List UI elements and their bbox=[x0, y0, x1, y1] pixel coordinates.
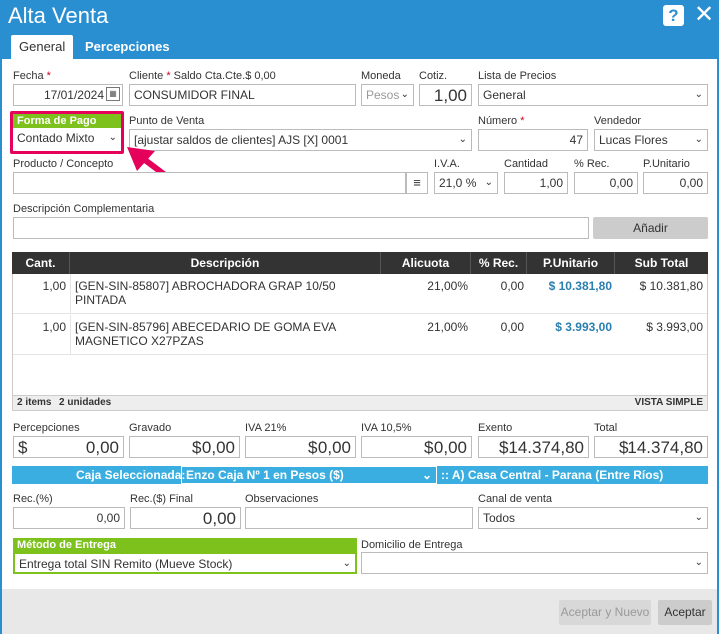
iva105-label: IVA 10,5% bbox=[361, 422, 412, 434]
canal-select[interactable]: Todos ⌄ bbox=[478, 507, 708, 529]
cell-subtotal: $ 10.381,80 bbox=[639, 279, 703, 293]
grid-body: 1,00 [GEN-SIN-85807] ABROCHADORA GRAP 10… bbox=[12, 274, 708, 396]
vista-simple-link[interactable]: VISTA SIMPLE bbox=[635, 397, 703, 408]
cell-cant: 1,00 bbox=[13, 315, 71, 355]
sucursal-label: :: A) Casa Central - Parana (Entre Ríos) bbox=[441, 468, 664, 482]
close-icon[interactable]: ✕ bbox=[693, 2, 715, 28]
caja-bar: Caja Seleccionada: Enzo Caja Nº 1 en Pes… bbox=[12, 466, 708, 484]
recp-input[interactable]: 0,00 bbox=[13, 507, 125, 529]
table-row[interactable]: 1,00 [GEN-SIN-85807] ABROCHADORA GRAP 10… bbox=[13, 274, 707, 314]
exento-label: Exento bbox=[478, 422, 513, 434]
percepciones-label: Percepciones bbox=[13, 422, 80, 434]
numero-input[interactable]: 47 bbox=[478, 129, 588, 151]
producto-input[interactable] bbox=[13, 172, 406, 194]
filter-icon[interactable]: ≡ bbox=[406, 172, 428, 194]
obs-input[interactable] bbox=[245, 507, 473, 529]
desc-comp-input[interactable] bbox=[13, 217, 589, 239]
rec-input[interactable]: 0,00 bbox=[574, 172, 638, 194]
punitario-input[interactable]: 0,00 bbox=[643, 172, 708, 194]
col-punitario[interactable]: P.Unitario bbox=[527, 252, 615, 274]
items-count: 2 items bbox=[17, 397, 52, 408]
col-cant[interactable]: Cant. bbox=[12, 252, 70, 274]
rec-label: % Rec. bbox=[574, 158, 610, 170]
percepciones-value: $0,00 bbox=[13, 436, 124, 458]
iva21-label: IVA 21% bbox=[245, 422, 287, 434]
tab-percepciones[interactable]: Percepciones bbox=[77, 35, 178, 59]
fecha-label: Fecha * bbox=[13, 70, 51, 82]
cliente-label: Cliente * Saldo Cta.Cte.$ 0,00 bbox=[129, 70, 276, 82]
exento-value: $14.374,80 bbox=[478, 436, 589, 458]
moneda-label: Moneda bbox=[361, 70, 401, 82]
grid-header: Cant. Descripción Alicuota % Rec. P.Unit… bbox=[12, 252, 708, 274]
desc-comp-label: Descripción Complementaria bbox=[13, 203, 155, 215]
cell-desc: [GEN-SIN-85796] ABECEDARIO DE GOMA EVA M… bbox=[75, 320, 336, 348]
lista-select[interactable]: General ⌄ bbox=[478, 84, 708, 106]
gravado-value: $0,00 bbox=[129, 436, 240, 458]
iva21-value: $0,00 bbox=[245, 436, 356, 458]
iva105-value: $0,00 bbox=[361, 436, 472, 458]
cotiz-input[interactable]: 1,00 bbox=[419, 84, 472, 106]
forma-pago-select[interactable]: Contado Mixto ⌄ bbox=[13, 128, 121, 150]
cotiz-label: Cotiz. bbox=[419, 70, 448, 82]
lista-label: Lista de Precios bbox=[478, 70, 557, 82]
cell-rec: 0,00 bbox=[500, 279, 524, 293]
vendedor-label: Vendedor bbox=[594, 115, 642, 127]
table-row[interactable]: 1,00 [GEN-SIN-85796] ABECEDARIO DE GOMA … bbox=[13, 315, 707, 355]
units-count: 2 unidades bbox=[59, 397, 112, 408]
grid-footer: 2 items 2 unidades VISTA SIMPLE bbox=[12, 396, 708, 411]
cantidad-input[interactable]: 1,00 bbox=[504, 172, 568, 194]
cell-subtotal: $ 3.993,00 bbox=[646, 320, 703, 334]
metodo-select[interactable]: Entrega total SIN Remito (Mueve Stock) ⌄ bbox=[13, 552, 357, 574]
cell-cant: 1,00 bbox=[13, 274, 71, 314]
recf-input[interactable]: 0,00 bbox=[130, 507, 241, 529]
recp-label: Rec.(%) bbox=[13, 493, 53, 505]
title-bar: Alta Venta ? ✕ bbox=[0, 0, 719, 34]
cell-punitario[interactable]: $ 3.993,00 bbox=[528, 315, 616, 355]
gravado-label: Gravado bbox=[129, 422, 172, 434]
recf-label: Rec.($) Final bbox=[130, 493, 193, 505]
moneda-select[interactable]: Pesos ⌄ bbox=[361, 84, 414, 106]
cell-desc: [GEN-SIN-85807] ABROCHADORA GRAP 10/50 P… bbox=[75, 279, 336, 307]
canal-label: Canal de venta bbox=[478, 493, 552, 505]
metodo-label: Método de Entrega bbox=[13, 538, 357, 552]
col-rec[interactable]: % Rec. bbox=[471, 252, 527, 274]
col-subtotal[interactable]: Sub Total bbox=[615, 252, 708, 274]
caja-label: Caja Seleccionada: bbox=[76, 468, 186, 482]
domicilio-select[interactable]: ⌄ bbox=[361, 552, 708, 574]
total-label: Total bbox=[594, 422, 618, 434]
cliente-input[interactable]: CONSUMIDOR FINAL bbox=[129, 84, 356, 106]
cell-alicuota: 21,00% bbox=[427, 279, 468, 293]
aceptar-button[interactable]: Aceptar bbox=[658, 600, 712, 625]
forma-pago-label: Forma de Pago bbox=[13, 114, 121, 128]
calendar-icon[interactable]: ▦ bbox=[106, 87, 120, 101]
iva-label: I.V.A. bbox=[434, 158, 460, 170]
obs-label: Observaciones bbox=[245, 493, 319, 505]
vendedor-select[interactable]: Lucas Flores ⌄ bbox=[594, 129, 708, 151]
punto-venta-label: Punto de Venta bbox=[129, 115, 205, 127]
cantidad-label: Cantidad bbox=[504, 158, 549, 170]
punitario-label: P.Unitario bbox=[643, 158, 690, 170]
col-descripcion[interactable]: Descripción bbox=[70, 252, 381, 274]
caja-select[interactable]: Enzo Caja Nº 1 en Pesos ($) ⌄ bbox=[181, 466, 437, 484]
total-value: $14.374,80 bbox=[594, 436, 708, 458]
cell-punitario[interactable]: $ 10.381,80 bbox=[528, 274, 616, 314]
numero-label: Número * bbox=[478, 115, 525, 127]
help-icon[interactable]: ? bbox=[663, 5, 684, 26]
aceptar-nuevo-button[interactable]: Aceptar y Nuevo bbox=[559, 600, 651, 625]
domicilio-label: Domicilio de Entrega bbox=[361, 539, 463, 551]
producto-label: Producto / Concepto bbox=[13, 158, 114, 170]
cell-alicuota: 21,00% bbox=[427, 320, 468, 334]
iva-select[interactable]: 21,0 % ⌄ bbox=[434, 172, 498, 194]
window-title: Alta Venta bbox=[8, 3, 109, 28]
col-alicuota[interactable]: Alicuota bbox=[381, 252, 471, 274]
tab-general[interactable]: General bbox=[11, 35, 74, 59]
anadir-button[interactable]: Añadir bbox=[593, 217, 708, 239]
cell-rec: 0,00 bbox=[500, 320, 524, 334]
